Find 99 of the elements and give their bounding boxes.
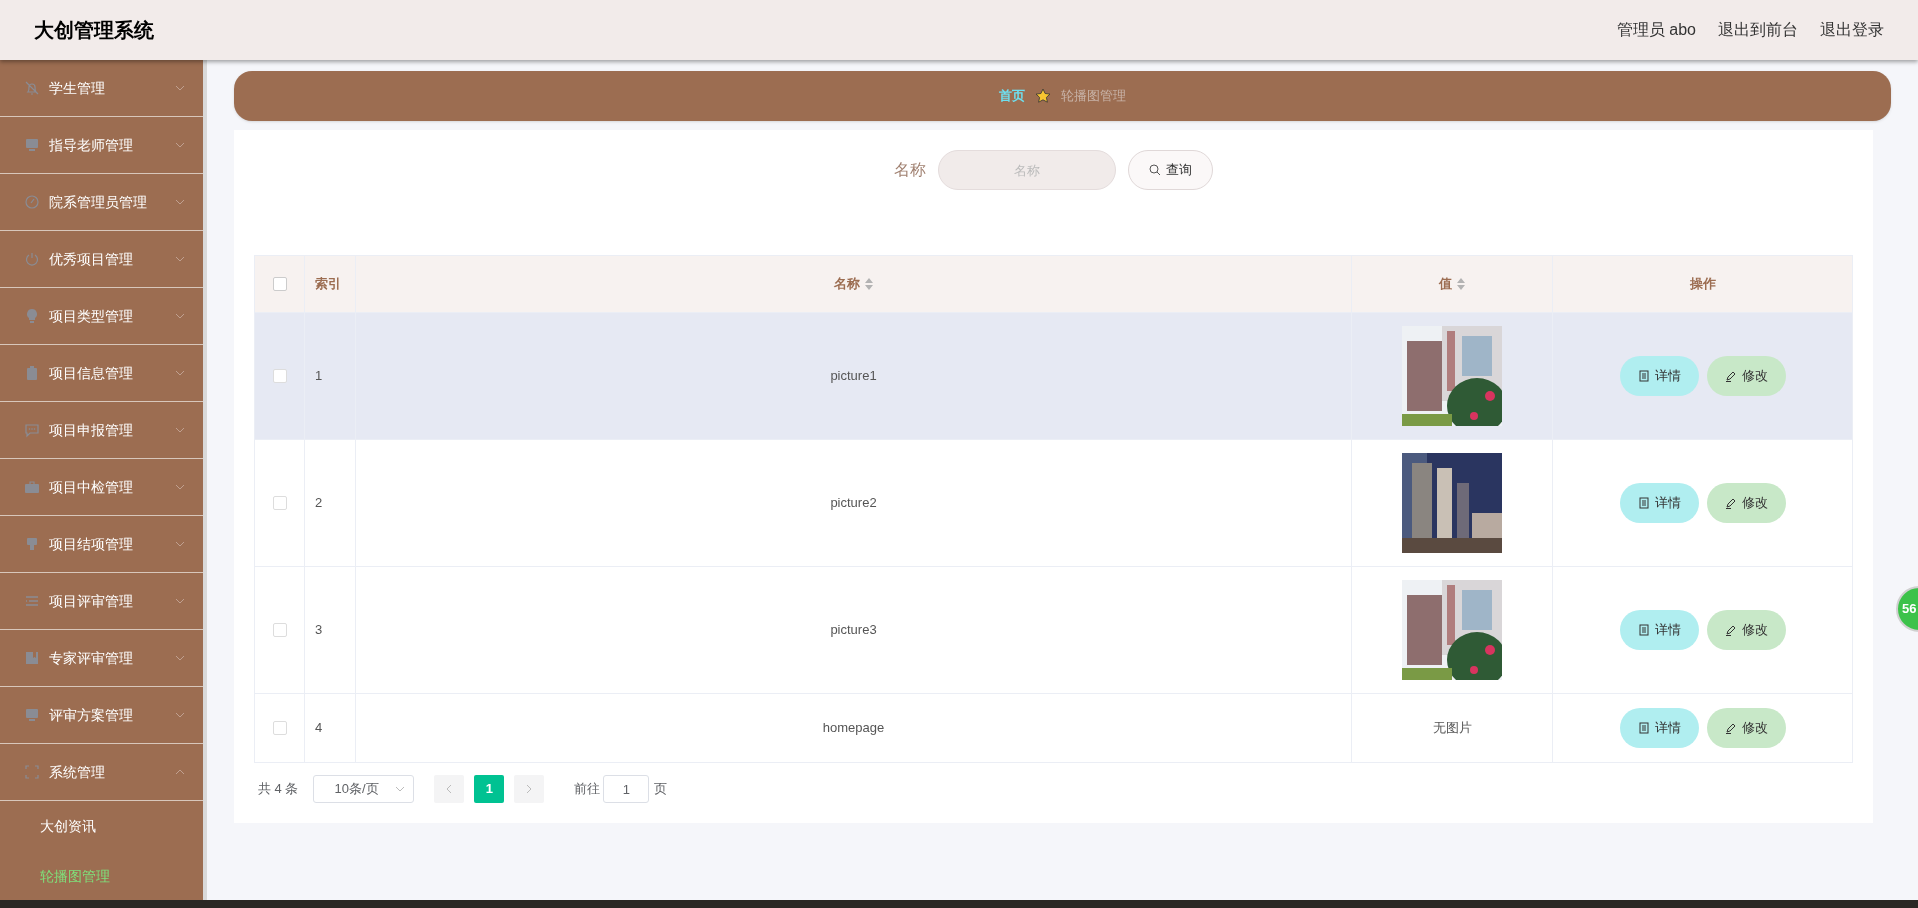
chevron-icon [175,256,185,262]
page-size-select[interactable]: 10条/页 [313,775,415,803]
sort-icon[interactable] [1457,278,1465,290]
total-count: 共 4 条 [258,780,299,799]
compass-icon [24,194,40,210]
star-icon [1035,88,1051,104]
pencil-icon [1724,497,1737,509]
sidebar-item[interactable]: 优秀项目管理 [0,231,203,288]
sidebar-subitem[interactable]: 大创资讯 [0,801,203,851]
pencil-icon [1724,722,1737,734]
chevron-icon [175,484,185,490]
detail-button[interactable]: 详情 [1619,483,1699,523]
table-cell-text: picture3 [830,621,877,640]
document-icon [1637,624,1650,636]
sidebar-item[interactable]: 项目信息管理 [0,345,203,402]
edit-button[interactable]: 修改 [1706,708,1786,748]
column-header: 操作 [1689,275,1716,294]
chevron-icon [175,370,185,376]
breadcrumb-link[interactable]: 轮播图管理 [1061,86,1126,106]
stamp-icon [24,536,40,552]
edit-button[interactable]: 修改 [1706,356,1786,396]
sidebar-item[interactable]: 学生管理 [0,60,203,117]
goto-suffix: 页 [654,780,668,799]
sidebar-item[interactable]: 院系管理员管理 [0,174,203,231]
header-link[interactable]: 退出登录 [1820,18,1884,42]
chevron-right-icon [526,784,533,794]
document-icon [1637,370,1650,382]
checkbox[interactable] [272,369,287,383]
sidebar-item[interactable]: 项目申报管理 [0,402,203,459]
sidebar-item[interactable]: 项目中检管理 [0,459,203,516]
sidebar-item[interactable]: 项目类型管理 [0,288,203,345]
chevron-left-icon [446,784,453,794]
edit-button[interactable]: 修改 [1706,483,1786,523]
checkbox[interactable] [272,496,287,510]
chevron-icon [175,85,185,91]
breadcrumb-link[interactable]: 首页 [999,86,1025,106]
chevron-icon [175,541,185,547]
table-cell-text: homepage [822,719,885,738]
sidebar-item[interactable]: 评审方案管理 [0,687,203,744]
chevron-icon [395,786,406,792]
power-icon [24,251,40,267]
page-button[interactable]: 1 [474,775,505,803]
chevron-icon [175,712,185,718]
search-label: 名称 [894,160,926,180]
column-header[interactable]: 名称 [834,274,860,294]
checkbox[interactable] [272,277,287,291]
checkbox[interactable] [272,623,287,637]
page-input[interactable]: 1 [603,775,650,803]
floating-badge[interactable]: 56 [1896,586,1918,632]
monitor-icon [24,137,40,153]
table-cell-text: 1 [315,367,323,386]
column-header: 索引 [315,275,341,294]
monitor-icon [24,707,40,723]
table-cell-text: 无图片 [1432,719,1472,738]
book-icon [24,650,40,666]
sidebar-item[interactable]: 专家评审管理 [0,630,203,687]
chevron-icon [175,655,185,661]
header-link[interactable]: 管理员 abo [1616,18,1696,42]
edit-button[interactable]: 修改 [1706,610,1786,650]
checkbox[interactable] [272,721,287,735]
chevron-icon [175,427,185,433]
pencil-icon [1724,624,1737,636]
bulb-icon [24,308,40,324]
table-cell-text: 3 [315,621,323,640]
list-icon [24,593,40,609]
prev-page-button[interactable] [434,775,465,803]
chevron-icon [175,598,185,604]
chevron-icon [175,142,185,148]
sidebar-item[interactable]: 指导老师管理 [0,117,203,174]
sidebar-item[interactable]: 系统管理 [0,744,203,801]
sort-icon[interactable] [865,278,873,290]
sidebar-item[interactable]: 项目结项管理 [0,516,203,573]
document-icon [1637,722,1650,734]
detail-button[interactable]: 详情 [1619,708,1699,748]
briefcase-icon [24,479,40,495]
detail-button[interactable]: 详情 [1619,610,1699,650]
sidebar-subitem[interactable]: 轮播图管理 [0,851,203,901]
sidebar-item[interactable]: 项目评审管理 [0,573,203,630]
goto-label: 前往 [574,780,601,799]
header-link[interactable]: 退出到前台 [1718,18,1798,42]
next-page-button[interactable] [514,775,545,803]
table-cell-text: 2 [315,494,323,513]
chevron-icon [175,199,185,205]
search-icon [1149,164,1161,176]
chat-icon [24,422,40,438]
chevron-icon [175,313,185,319]
table-cell-text: picture1 [830,367,877,386]
app-title: 大创管理系统 [34,18,154,43]
column-header[interactable]: 值 [1439,274,1452,294]
frame-icon [24,764,40,780]
document-icon [1637,497,1650,509]
table-cell-text: picture2 [830,494,877,513]
search-button[interactable]: 查询 [1128,150,1213,190]
pencil-icon [1724,370,1737,382]
detail-button[interactable]: 详情 [1619,356,1699,396]
chevron-icon [175,769,185,775]
table-cell-text: 4 [315,719,323,738]
clipboard-icon [24,365,40,381]
bell-icon [24,80,40,96]
